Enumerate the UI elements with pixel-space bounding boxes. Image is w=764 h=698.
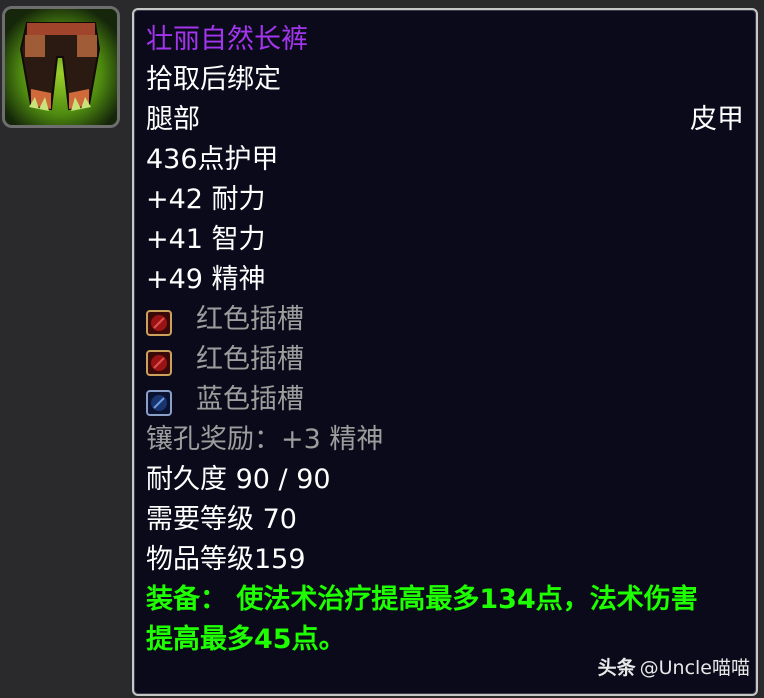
stat-spirit: +49 精神 [146, 264, 266, 295]
equip-effect-line-2: 提高最多45点。 [146, 624, 346, 655]
item-name: 壮丽自然长裤 [146, 24, 308, 55]
stat-intellect: +41 智力 [146, 224, 266, 255]
stat-stamina: +42 耐力 [146, 184, 266, 215]
item-level-text: 物品等级159 [146, 544, 306, 575]
item-icon-frame[interactable] [2, 6, 120, 128]
armor-value: 436点护甲 [146, 144, 279, 175]
watermark: 头条 @Uncle喵喵 [598, 653, 750, 680]
socket-label-3: 蓝色插槽 [196, 384, 304, 415]
blue-socket-icon [146, 390, 172, 416]
slot-text: 腿部 [146, 104, 200, 135]
watermark-main: 头条 [597, 657, 636, 679]
watermark-handle: @Uncle喵喵 [639, 657, 750, 679]
binding-text: 拾取后绑定 [146, 64, 281, 95]
equip-effect-line-1: 装备： 使法术治疗提高最多134点，法术伤害 [146, 584, 698, 615]
socket-label-2: 红色插槽 [196, 344, 304, 375]
leather-pants-icon [5, 9, 117, 125]
armor-type-text: 皮甲 [690, 104, 744, 135]
durability-text: 耐久度 90 / 90 [146, 464, 331, 495]
red-socket-icon [146, 350, 172, 376]
required-level-text: 需要等级 70 [146, 504, 297, 535]
socket-bonus: 镶孔奖励：+3 精神 [146, 424, 384, 455]
socket-label-1: 红色插槽 [196, 304, 304, 335]
item-tooltip: 壮丽自然长裤 拾取后绑定 腿部 皮甲 436点护甲 +42 耐力 +41 智力 … [132, 8, 758, 696]
red-socket-icon [146, 310, 172, 336]
